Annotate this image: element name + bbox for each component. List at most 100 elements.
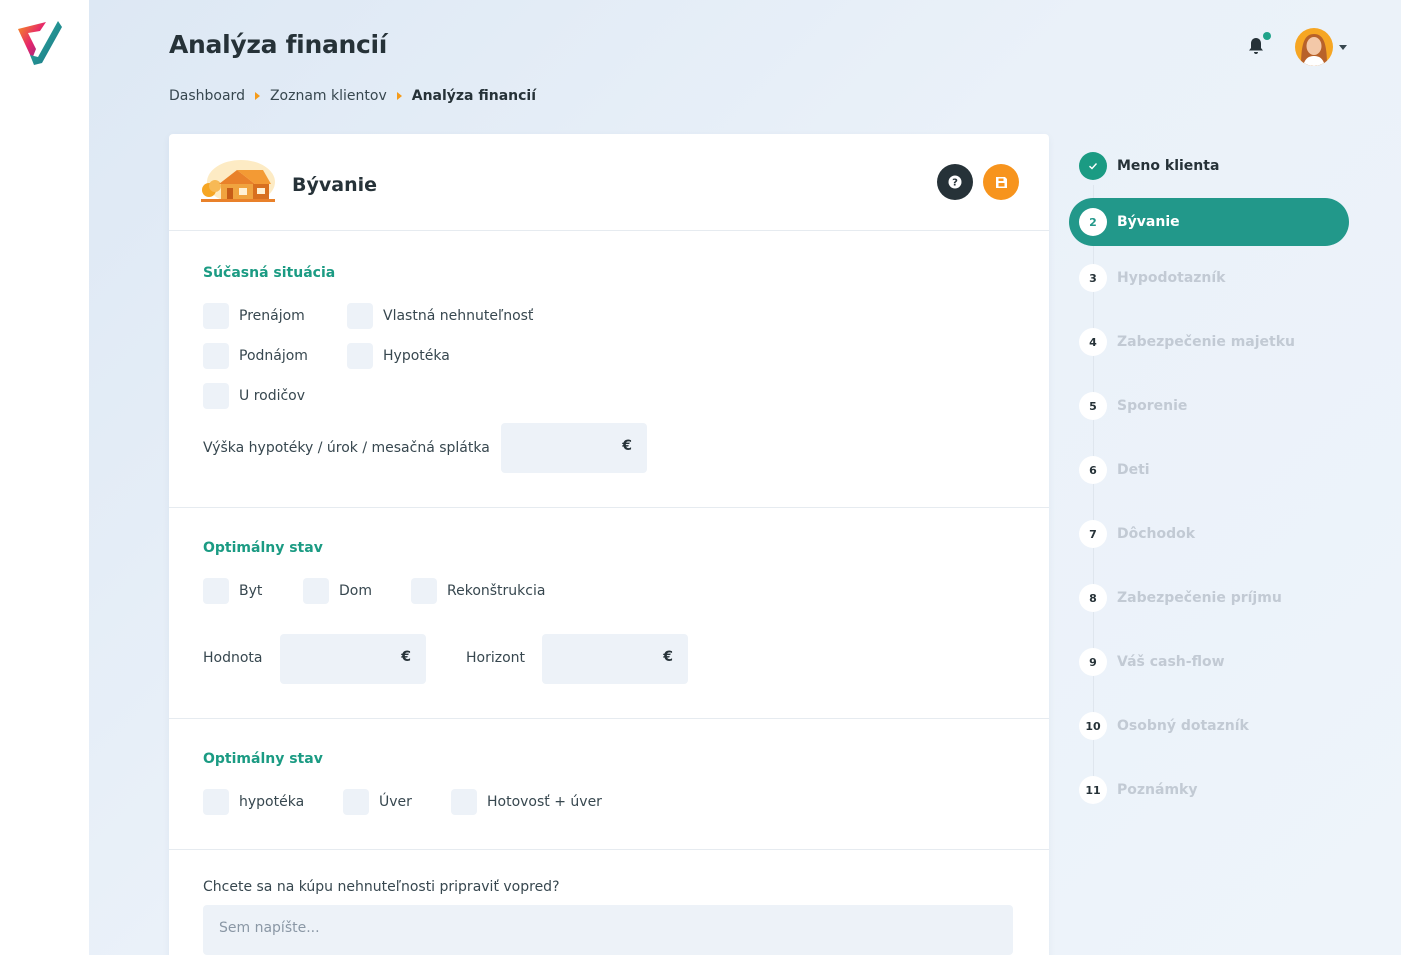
checkbox-label: Hypotéka	[383, 348, 450, 364]
breadcrumb-item-dashboard[interactable]: Dashboard	[169, 88, 245, 104]
checkbox-label: Vlastná nehnuteľnosť	[383, 308, 534, 324]
step-property-insurance[interactable]: 4 Zabezpečenie majetku	[1069, 318, 1349, 366]
card-header: Bývanie ?	[169, 134, 1049, 231]
avatar[interactable]	[1295, 28, 1333, 66]
step-housing[interactable]: 2 Bývanie	[1069, 198, 1349, 246]
step-number: 2	[1079, 208, 1107, 236]
step-client-name[interactable]: Meno klienta	[1069, 142, 1349, 190]
checkbox-label: Dom	[339, 583, 372, 599]
checkbox-label: Hotovosť + úver	[487, 794, 602, 810]
checkbox-renovation[interactable]: Rekonštrukcia	[411, 578, 545, 604]
step-notes[interactable]: 11 Poznámky	[1069, 766, 1349, 814]
step-number: 10	[1079, 712, 1107, 740]
step-number: 7	[1079, 520, 1107, 548]
step-children[interactable]: 6 Deti	[1069, 446, 1349, 494]
step-cash-flow[interactable]: 9 Váš cash-flow	[1069, 638, 1349, 686]
app-logo[interactable]	[16, 19, 64, 67]
value-input[interactable]: €	[280, 634, 426, 684]
step-label: Meno klienta	[1117, 158, 1220, 174]
checkbox-box[interactable]	[203, 383, 229, 409]
checkbox-cash-plus-loan[interactable]: Hotovosť + úver	[451, 789, 602, 815]
step-label: Dôchodok	[1117, 526, 1196, 542]
breadcrumb-separator-icon	[254, 92, 260, 100]
chevron-down-icon[interactable]	[1339, 45, 1347, 50]
step-pension[interactable]: 7 Dôchodok	[1069, 510, 1349, 558]
checkbox-box[interactable]	[347, 303, 373, 329]
step-number: 8	[1079, 584, 1107, 612]
save-button[interactable]	[983, 164, 1019, 200]
currency-symbol: €	[663, 649, 673, 665]
section-title: Optimálny stav	[203, 540, 323, 556]
checkbox-box[interactable]	[451, 789, 477, 815]
checkbox-box[interactable]	[411, 578, 437, 604]
step-label: Deti	[1117, 462, 1150, 478]
section-title: Optimálny stav	[203, 751, 323, 767]
currency-symbol: €	[401, 649, 411, 665]
card-title: Bývanie	[292, 174, 377, 196]
checkbox-loan[interactable]: Úver	[343, 789, 412, 815]
checkbox-label: Prenájom	[239, 308, 305, 324]
step-label: Sporenie	[1117, 398, 1188, 414]
checkbox-box[interactable]	[343, 789, 369, 815]
checkbox-box[interactable]	[203, 303, 229, 329]
checkbox-house[interactable]: Dom	[303, 578, 372, 604]
section-optimal-financing: Optimálny stav hypotéka Úver Hotovosť + …	[169, 719, 1049, 850]
step-personal-questionnaire[interactable]: 10 Osobný dotazník	[1069, 702, 1349, 750]
prepare-question-label: Chcete sa na kúpu nehnuteľnosti pripravi…	[203, 879, 560, 895]
avatar-image	[1295, 28, 1333, 66]
notification-badge	[1263, 32, 1271, 40]
mortgage-label: Výška hypotéky / úrok / mesačná splátka	[203, 440, 490, 456]
checkbox-mortgage[interactable]: Hypotéka	[347, 343, 450, 369]
prepare-answer-textarea[interactable]: Sem napíšte...	[203, 905, 1013, 955]
checkbox-mortgage-option[interactable]: hypotéka	[203, 789, 304, 815]
left-rail	[0, 0, 89, 955]
page-title: Analýza financií	[169, 30, 388, 59]
step-label: Bývanie	[1117, 214, 1180, 230]
step-label: Hypodotazník	[1117, 270, 1226, 286]
step-number: 9	[1079, 648, 1107, 676]
checkbox-rent[interactable]: Prenájom	[203, 303, 305, 329]
checkbox-label: Podnájom	[239, 348, 308, 364]
save-icon	[995, 176, 1007, 188]
checkbox-with-parents[interactable]: U rodičov	[203, 383, 305, 409]
horizon-input[interactable]: €	[542, 634, 688, 684]
currency-symbol: €	[622, 438, 632, 454]
step-label: Poznámky	[1117, 782, 1198, 798]
step-number: 6	[1079, 456, 1107, 484]
checkbox-apartment[interactable]: Byt	[203, 578, 262, 604]
step-number: 5	[1079, 392, 1107, 420]
housing-card: Bývanie ? Súčasná situácia Prenájom Vlas…	[169, 134, 1049, 955]
step-number: 3	[1079, 264, 1107, 292]
breadcrumb-item-clients[interactable]: Zoznam klientov	[270, 88, 387, 104]
value-label: Hodnota	[203, 650, 263, 666]
step-label: Váš cash-flow	[1117, 654, 1225, 670]
step-label: Osobný dotazník	[1117, 718, 1249, 734]
step-number: 11	[1079, 776, 1107, 804]
step-income-protection[interactable]: 8 Zabezpečenie príjmu	[1069, 574, 1349, 622]
breadcrumb: Dashboard Zoznam klientov Analýza financ…	[169, 86, 536, 106]
checkbox-box[interactable]	[203, 789, 229, 815]
section-optimal-state: Optimálny stav Byt Dom Rekonštrukcia Hod…	[169, 508, 1049, 719]
checkbox-label: Úver	[379, 794, 412, 810]
checkbox-box[interactable]	[203, 578, 229, 604]
checkbox-box[interactable]	[203, 343, 229, 369]
mortgage-input[interactable]: €	[501, 423, 647, 473]
checkbox-label: Byt	[239, 583, 263, 599]
help-button[interactable]: ?	[937, 164, 973, 200]
breadcrumb-separator-icon	[396, 92, 402, 100]
checkbox-label: Rekonštrukcia	[447, 583, 546, 599]
step-mortgage-questionnaire[interactable]: 3 Hypodotazník	[1069, 254, 1349, 302]
step-label: Zabezpečenie príjmu	[1117, 590, 1282, 606]
bell-icon[interactable]	[1246, 36, 1266, 56]
checkbox-sublease[interactable]: Podnájom	[203, 343, 308, 369]
checkbox-own-property[interactable]: Vlastná nehnuteľnosť	[347, 303, 533, 329]
checkbox-label: U rodičov	[239, 388, 306, 404]
checkbox-box[interactable]	[347, 343, 373, 369]
svg-text:?: ?	[952, 178, 958, 189]
step-label: Zabezpečenie majetku	[1117, 334, 1296, 350]
step-savings[interactable]: 5 Sporenie	[1069, 382, 1349, 430]
step-number: 4	[1079, 328, 1107, 356]
checkbox-box[interactable]	[303, 578, 329, 604]
breadcrumb-item-current: Analýza financií	[411, 88, 537, 104]
check-icon	[1079, 152, 1107, 180]
